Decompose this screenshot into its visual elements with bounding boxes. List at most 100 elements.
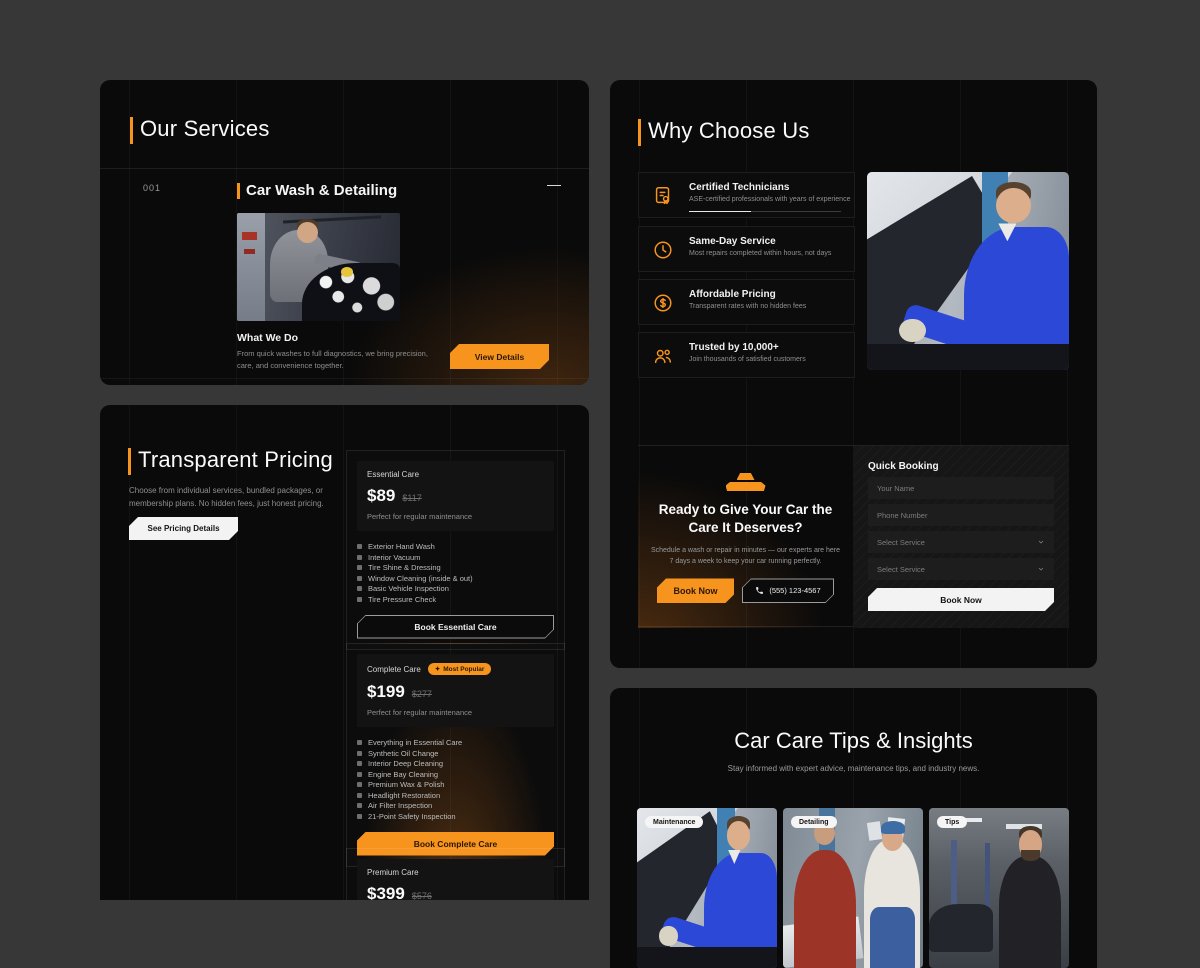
plan-old-price: $117 xyxy=(402,493,421,503)
category-badge: Detailing xyxy=(791,816,837,828)
tips-section: Car Care Tips & Insights Stay informed w… xyxy=(610,688,1097,968)
tip-card-tips[interactable]: Tips xyxy=(929,808,1069,968)
feature-card-trusted: Trusted by 10,000+ Join thousands of sat… xyxy=(638,332,855,378)
plan-feature: Engine Bay Cleaning xyxy=(357,771,554,778)
plan-price: $89 xyxy=(367,486,395,506)
active-indicator xyxy=(689,211,841,212)
cta-text: Schedule a wash or repair in minutes — o… xyxy=(651,545,841,567)
plan-header: Essential Care $89 $117 Perfect for regu… xyxy=(357,461,554,531)
plan-feature: Everything in Essential Care xyxy=(357,739,554,746)
chevron-down-icon xyxy=(1037,565,1045,573)
pricing-title: Transparent Pricing xyxy=(138,447,333,473)
feature-desc: Most repairs completed within hours, not… xyxy=(689,250,831,257)
phone-button[interactable]: (555) 123-4567 xyxy=(742,578,834,603)
bullet-icon xyxy=(357,740,362,745)
tips-title: Car Care Tips & Insights xyxy=(610,728,1097,754)
bullet-icon xyxy=(357,761,362,766)
feature-desc: ASE-certified professionals with years o… xyxy=(689,196,850,203)
cta-content: Ready to Give Your Car the Care It Deser… xyxy=(638,446,853,628)
bullet-icon xyxy=(357,576,362,581)
certificate-icon xyxy=(652,185,674,207)
what-we-do-title: What We Do xyxy=(237,332,298,344)
plan-name: Premium Care xyxy=(367,868,419,877)
plan-feature: Exterior Hand Wash xyxy=(357,543,554,550)
booking-title: Quick Booking xyxy=(868,461,1054,472)
feature-desc: Transparent rates with no hidden fees xyxy=(689,303,806,310)
service-select-2[interactable]: Select Service xyxy=(868,558,1054,580)
accent-bar xyxy=(128,448,131,475)
booking-submit-button[interactable]: Book Now xyxy=(868,588,1054,611)
cta-heading: Ready to Give Your Car the Care It Deser… xyxy=(656,501,836,536)
book-now-button[interactable]: Book Now xyxy=(657,578,734,603)
plan-tagline: Perfect for regular maintenance xyxy=(367,512,544,521)
feature-card-certified: Certified Technicians ASE-certified prof… xyxy=(638,172,855,218)
service-item-title: Car Wash & Detailing xyxy=(246,182,397,199)
name-input[interactable] xyxy=(868,477,1054,499)
accent-bar xyxy=(237,183,240,199)
service-select[interactable]: Select Service xyxy=(868,531,1054,553)
accent-bar xyxy=(130,117,133,144)
car-wash-photo xyxy=(237,213,400,321)
feature-title: Affordable Pricing xyxy=(689,289,776,300)
clock-icon xyxy=(652,239,674,261)
feature-desc: Join thousands of satisfied customers xyxy=(689,356,806,363)
plan-feature: Headlight Restoration xyxy=(357,792,554,799)
plan-feature: Window Cleaning (inside & out) xyxy=(357,575,554,582)
badge-star-icon: ✦ xyxy=(435,665,440,673)
plan-tagline: Perfect for regular maintenance xyxy=(367,708,544,717)
most-popular-badge: ✦ Most Popular xyxy=(428,663,492,675)
plan-header: Complete Care ✦ Most Popular $199 $277 P… xyxy=(357,654,554,727)
mechanic-photo xyxy=(867,172,1069,370)
plan-feature: Tire Pressure Check xyxy=(357,596,554,603)
see-pricing-details-button[interactable]: See Pricing Details xyxy=(129,517,238,540)
bullet-icon xyxy=(357,803,362,808)
services-title: Our Services xyxy=(140,116,270,142)
plan-feature: Interior Vacuum xyxy=(357,554,554,561)
what-we-do-text: From quick washes to full diagnostics, w… xyxy=(237,348,432,371)
bullet-icon xyxy=(357,751,362,756)
view-details-button[interactable]: View Details xyxy=(450,344,549,369)
plan-feature: Air Filter Inspection xyxy=(357,802,554,809)
why-title: Why Choose Us xyxy=(648,118,810,144)
service-number: 001 xyxy=(143,183,161,193)
maintenance-photo xyxy=(637,808,777,968)
divider xyxy=(100,168,589,169)
bullet-icon xyxy=(357,555,362,560)
phone-label: (555) 123-4567 xyxy=(769,586,820,595)
plan-price: $199 xyxy=(367,682,405,702)
plan-old-price: $277 xyxy=(412,689,432,699)
plan-name: Essential Care xyxy=(367,470,419,479)
plan-feature: Synthetic Oil Change xyxy=(357,750,554,757)
plan-feature: Premium Wax & Polish xyxy=(357,781,554,788)
plan-card-premium: Premium Care $399 $576 Perfect for regul… xyxy=(346,848,565,900)
select-value: Select Service xyxy=(877,565,925,574)
bullet-icon xyxy=(357,597,362,602)
why-choose-us-section: Why Choose Us Certified Technicians ASE-… xyxy=(610,80,1097,668)
phone-input[interactable] xyxy=(868,504,1054,526)
bullet-icon xyxy=(357,772,362,777)
chevron-down-icon xyxy=(1037,538,1045,546)
plan-feature: Interior Deep Cleaning xyxy=(357,760,554,767)
bullet-icon xyxy=(357,544,362,549)
tip-card-maintenance[interactable]: Maintenance xyxy=(637,808,777,968)
category-badge: Tips xyxy=(937,816,967,828)
book-essential-button[interactable]: Book Essential Care xyxy=(357,615,554,639)
collapse-icon[interactable]: — xyxy=(547,176,561,192)
feature-card-same-day: Same-Day Service Most repairs completed … xyxy=(638,226,855,272)
dollar-icon xyxy=(652,292,674,314)
plan-feature: Tire Shine & Dressing xyxy=(357,564,554,571)
bullet-icon xyxy=(357,565,362,570)
accent-bar xyxy=(638,119,641,146)
bullet-icon xyxy=(357,814,362,819)
plan-price: $399 xyxy=(367,884,405,900)
divider xyxy=(100,378,589,379)
feature-title: Certified Technicians xyxy=(689,182,789,193)
plan-old-price: $576 xyxy=(412,891,432,900)
tip-card-detailing[interactable]: Detailing xyxy=(783,808,923,968)
feature-title: Trusted by 10,000+ xyxy=(689,342,779,353)
category-badge: Maintenance xyxy=(645,816,703,828)
quick-booking-panel: Quick Booking Select Service Select Serv… xyxy=(853,446,1069,628)
select-value: Select Service xyxy=(877,538,925,547)
plan-card-essential: Essential Care $89 $117 Perfect for regu… xyxy=(346,450,565,650)
plan-card-complete: Complete Care ✦ Most Popular $199 $277 P… xyxy=(346,643,565,867)
